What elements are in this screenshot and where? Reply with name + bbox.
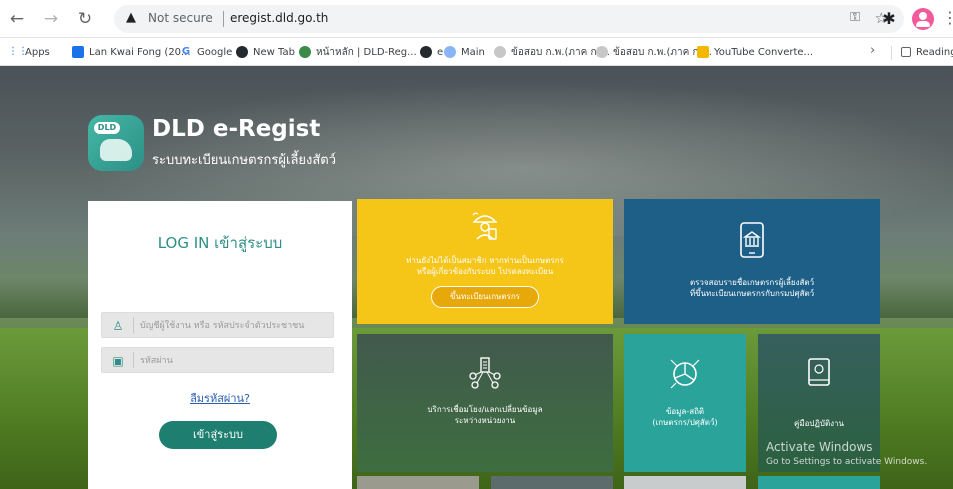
pie-chart-icon [670, 359, 700, 389]
dld-site-icon [299, 46, 311, 58]
page-icon [494, 46, 506, 58]
field-divider [133, 317, 134, 333]
brand-subtitle: ระบบทะเบียนเกษตรกรผู้เลี้ยงสัตว์ [152, 153, 337, 168]
field-divider [133, 352, 134, 368]
data-exchange-tile[interactable]: บริการเชื่อมโยง/แลกเปลี่ยนข้อมูล ระหว่าง… [357, 334, 613, 472]
username-input[interactable] [140, 317, 330, 335]
bookmark-label: Apps [25, 46, 50, 58]
exchange-text-1: บริการเชื่อมโยง/แลกเปลี่ยนข้อมูล [427, 405, 543, 414]
bookmark-google[interactable]: G Google [180, 44, 232, 60]
manual-text: คู่มือปฏิบัติงาน [793, 419, 845, 428]
bookmark-exam-1[interactable]: ข้อสอบ ก.พ.(ภาค ก)... [494, 44, 610, 60]
brand-title: DLD e-Regist [152, 116, 321, 142]
bookmark-main[interactable]: Main [444, 44, 485, 60]
bookmark-label: e [437, 46, 444, 58]
reading-list-icon [901, 47, 911, 57]
reading-list-button[interactable]: Reading list [901, 44, 953, 60]
bookmark-doc-icon [72, 46, 84, 58]
register-farmer-button[interactable]: ขึ้นทะเบียนเกษตรกร [431, 286, 539, 308]
tile-edge [624, 476, 746, 489]
bookmarks-divider [891, 46, 892, 60]
network-building-icon [469, 357, 501, 389]
browser-toolbar: ← → ↻ ▲ Not secure eregist.dld.go.th ⚿ ☆… [0, 0, 953, 38]
bookmark-dld-home[interactable]: หน้าหลัก | DLD-Reg... [299, 44, 417, 60]
verify-text-2: ที่ขึ้นทะเบียนเกษตรกรกับกรมปศุสัตว์ [689, 289, 815, 298]
address-bar[interactable]: ▲ Not secure eregist.dld.go.th ⚿ ☆ [114, 5, 904, 33]
farmer-phone-icon [472, 212, 497, 240]
bookmark-label: หน้าหลัก | DLD-Reg... [316, 46, 417, 58]
converter-icon [697, 46, 709, 58]
extensions-puzzle-icon[interactable]: ✱ [878, 8, 900, 30]
bookmark-apps[interactable]: ⋮⋮ Apps [8, 44, 50, 60]
bookmark-e[interactable]: e [420, 44, 443, 60]
dld-logo: DLD [88, 115, 144, 171]
bookmark-label: New Tab [253, 46, 295, 58]
cow-silhouette-icon [100, 139, 132, 161]
lock-icon: ▣ [112, 354, 124, 368]
address-divider [223, 11, 224, 27]
tile-edge [758, 476, 880, 489]
not-secure-label[interactable]: Not secure [148, 11, 213, 25]
activate-windows-watermark: Activate Windows Go to Settings to activ… [766, 440, 927, 467]
forgot-password-link[interactable]: ลืมรหัสผ่าน? [88, 389, 352, 407]
verify-tile[interactable]: ตรวจสอบรายชื่อเกษตรกรผู้เลี้ยงสัตว์ ที่ข… [624, 199, 880, 324]
register-text-2: หรือผู้เกี่ยวข้องกับระบบ โปรดลงทะเบียน [416, 267, 554, 276]
exchange-text-2: ระหว่างหน่วยงาน [454, 416, 516, 425]
menu-kebab-icon[interactable]: ⋮ [942, 8, 953, 30]
password-input[interactable] [140, 352, 330, 370]
watermark-subtitle: Go to Settings to activate Windows. [766, 457, 928, 467]
verify-text-1: ตรวจสอบรายชื่อเกษตรกรผู้เลี้ยงสัตว์ [689, 278, 815, 287]
page-icon [596, 46, 608, 58]
reading-list-label: Reading list [916, 46, 953, 58]
tile-edge [357, 476, 479, 489]
bookmark-label: YouTube Converte... [714, 46, 814, 58]
user-icon: ♙ [112, 319, 124, 333]
watermark-title: Activate Windows [766, 440, 873, 454]
bookmark-lan-kwai-fong[interactable]: Lan Kwai Fong (20... [72, 44, 191, 60]
register-text-1: ท่านยังไม่ได้เป็นสมาชิก หากท่านเป็นเกษตร… [406, 256, 564, 265]
bookmarks-bar: ⋮⋮ Apps Lan Kwai Fong (20... G Google Ne… [0, 38, 953, 66]
bookmarks-overflow-chevron-icon[interactable]: › [870, 43, 875, 58]
apps-grid-icon: ⋮⋮ [8, 46, 28, 57]
mobile-building-icon [740, 222, 764, 258]
bookmark-youtube-converter[interactable]: YouTube Converte... [697, 44, 813, 60]
login-title: LOG IN เข้าสู่ระบบ [157, 234, 283, 252]
statistics-tile[interactable]: ข้อมูล-สถิติ (เกษตรกร/ปศุสัตว์) [624, 334, 746, 472]
login-button[interactable]: เข้าสู่ระบบ [159, 421, 277, 449]
forward-arrow-icon[interactable]: → [40, 8, 62, 30]
bookmark-new-tab[interactable]: New Tab [236, 44, 295, 60]
username-field[interactable]: ♙ [101, 312, 334, 338]
reload-icon[interactable]: ↻ [74, 8, 96, 30]
back-arrow-icon[interactable]: ← [6, 8, 28, 30]
github-icon [420, 46, 432, 58]
tile-edge [491, 476, 613, 489]
login-card: LOG IN เข้าสู่ระบบ ♙ ▣ ลืมรหัสผ่าน? เข้า… [88, 201, 352, 489]
bookmark-exam-2[interactable]: ข้อสอบ ก.พ.(ภาค ก)... [596, 44, 712, 60]
bookmark-label: Main [461, 46, 485, 58]
profile-avatar-icon[interactable] [912, 8, 934, 30]
dld-logo-text: DLD [94, 122, 120, 134]
url-text[interactable]: eregist.dld.go.th [230, 11, 328, 25]
register-tile[interactable]: ท่านยังไม่ได้เป็นสมาชิก หากท่านเป็นเกษตร… [357, 199, 613, 324]
page-background: DLD DLD e-Regist ระบบทะเบียนเกษตรกรผู้เล… [0, 66, 953, 489]
stats-text-1: ข้อมูล-สถิติ [665, 407, 705, 416]
google-icon: G [181, 46, 191, 57]
key-icon[interactable]: ⚿ [850, 10, 860, 25]
warning-triangle-icon[interactable]: ▲ [126, 10, 136, 25]
password-field[interactable]: ▣ [101, 347, 334, 373]
globe-icon [444, 46, 456, 58]
bookmark-label: Lan Kwai Fong (20... [89, 46, 191, 58]
book-icon [808, 358, 830, 386]
github-icon [236, 46, 248, 58]
stats-text-2: (เกษตรกร/ปศุสัตว์) [652, 418, 718, 427]
bookmark-label: Google [197, 46, 233, 58]
